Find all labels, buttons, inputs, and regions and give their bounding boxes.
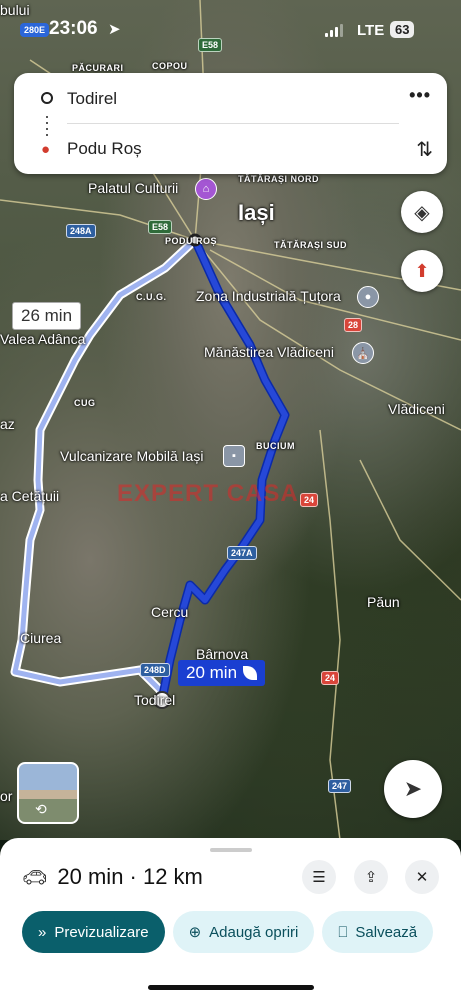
- road-line: [359, 459, 461, 601]
- navigation-arrow-icon: ➤: [403, 776, 423, 801]
- destination-field[interactable]: Podu Roș: [67, 139, 142, 159]
- location-arrow-icon: ➤: [108, 21, 121, 38]
- place-label: Ciurea: [20, 630, 62, 646]
- save-label: Salvează: [355, 923, 418, 941]
- clock: 23:06: [49, 18, 98, 39]
- place-label: az: [0, 416, 15, 432]
- preview-button[interactable]: » Previzualizare: [22, 911, 165, 953]
- signal-icon: [325, 24, 343, 37]
- museum-icon[interactable]: ⌂: [195, 178, 217, 200]
- city-label: Iași: [238, 200, 275, 225]
- add-stops-label: Adaugă opriri: [209, 923, 299, 941]
- street-view-icon: ⟲: [35, 801, 47, 817]
- more-options-icon[interactable]: •••: [409, 85, 431, 106]
- bookmark-icon: ⎕: [338, 923, 348, 941]
- swap-icon[interactable]: ⇅: [416, 137, 433, 162]
- compass-button[interactable]: ⬆: [401, 250, 443, 292]
- street-view-thumbnail[interactable]: ⟲: [17, 762, 79, 824]
- origin-circle-icon: [41, 92, 53, 104]
- layers-button[interactable]: ◈: [401, 191, 443, 233]
- trip-summary-text: 20 min · 12 km: [57, 864, 203, 889]
- place-label: CUG: [74, 398, 96, 408]
- eco-leaf-icon: [243, 666, 258, 680]
- place-label: Todirel: [134, 692, 176, 708]
- route-shield: 247: [328, 779, 352, 793]
- bottom-sheet: 🚗︎ 20 min · 12 km ☰ ⇪ ✕ » Previzualizare…: [0, 838, 461, 998]
- place-label: Zona Industrială Țuțora: [196, 288, 341, 304]
- church-icon[interactable]: ⛪: [352, 342, 374, 364]
- drag-handle[interactable]: [210, 848, 252, 852]
- action-row: » Previzualizare ⊕ Adaugă opriri ⎕ Salve…: [22, 911, 434, 953]
- place-label: PODU ROȘ: [165, 236, 218, 246]
- place-label: C.U.G.: [136, 292, 167, 302]
- save-button[interactable]: ⎕ Salvează: [322, 911, 434, 953]
- recenter-button[interactable]: ➤: [384, 760, 442, 818]
- compass-icon: ⬆: [414, 260, 430, 281]
- alt-route-duration[interactable]: 26 min: [12, 302, 82, 330]
- close-button[interactable]: ✕: [405, 860, 439, 894]
- preview-label: Previzualizare: [54, 923, 149, 941]
- sliders-icon: ☰: [312, 869, 326, 886]
- status-bar: 280E 23:06 ➤ LTE 63: [0, 0, 461, 60]
- place-label: Palatul Culturii: [88, 180, 179, 196]
- double-chevron-icon: »: [38, 923, 47, 941]
- battery-indicator: 63: [390, 21, 415, 38]
- place-label: Mănăstirea Vlădiceni: [204, 344, 334, 360]
- share-button[interactable]: ⇪: [354, 860, 388, 894]
- route-shield: E58: [148, 220, 173, 234]
- main-route-duration[interactable]: 20 min: [178, 660, 266, 686]
- place-label: Păun: [367, 594, 400, 610]
- trip-summary: 🚗︎ 20 min · 12 km: [22, 864, 203, 890]
- add-location-icon: ⊕: [188, 924, 202, 941]
- place-label: or: [0, 788, 13, 804]
- route-shield: 28: [344, 318, 363, 332]
- connector-dots: [46, 116, 48, 136]
- route-shield: 24: [321, 671, 340, 685]
- directions-card: Todirel ● Podu Roș ••• ⇅: [14, 73, 447, 174]
- home-indicator: [148, 985, 314, 990]
- place-label: Valea Adânca: [0, 331, 86, 347]
- alt-route-duration-label: 26 min: [21, 306, 73, 325]
- place-label: Vulcanizare Mobilă Iași: [60, 448, 204, 464]
- route-options-button[interactable]: ☰: [302, 860, 336, 894]
- place-label: BUCIUM: [256, 441, 295, 451]
- place-label: COPOU: [152, 61, 188, 71]
- layers-icon: ◈: [414, 201, 430, 224]
- route-shield: 248D: [140, 663, 170, 677]
- place-label: PĂCURARI: [72, 63, 124, 73]
- route-shield: 24: [300, 493, 319, 507]
- place-label: Vlădiceni: [388, 401, 445, 417]
- add-stops-button[interactable]: ⊕ Adaugă opriri: [172, 911, 315, 953]
- status-badge: 280E: [20, 23, 50, 37]
- road-line: [0, 199, 461, 291]
- car-icon: 🚗︎: [22, 866, 48, 889]
- share-icon: ⇪: [364, 869, 378, 886]
- network-label: LTE: [357, 22, 385, 39]
- origin-field[interactable]: Todirel: [67, 89, 117, 109]
- route-shield: 247A: [227, 546, 257, 560]
- place-label: TĂTĂRAȘI NORD: [238, 174, 319, 184]
- destination-pin-icon: ●: [41, 141, 51, 158]
- divider: [67, 123, 399, 124]
- watermark: EXPERT CASA: [117, 480, 299, 507]
- main-route-duration-label: 20 min: [186, 663, 238, 682]
- landmark-icon[interactable]: ●: [357, 286, 379, 308]
- shop-icon[interactable]: ▪: [223, 445, 245, 467]
- place-label: Cercu: [151, 604, 189, 620]
- place-label: TĂTĂRAȘI SUD: [274, 240, 347, 250]
- place-label: a Cetățuii: [0, 488, 60, 504]
- close-icon: ✕: [415, 869, 429, 886]
- route-shield: 248A: [66, 224, 96, 238]
